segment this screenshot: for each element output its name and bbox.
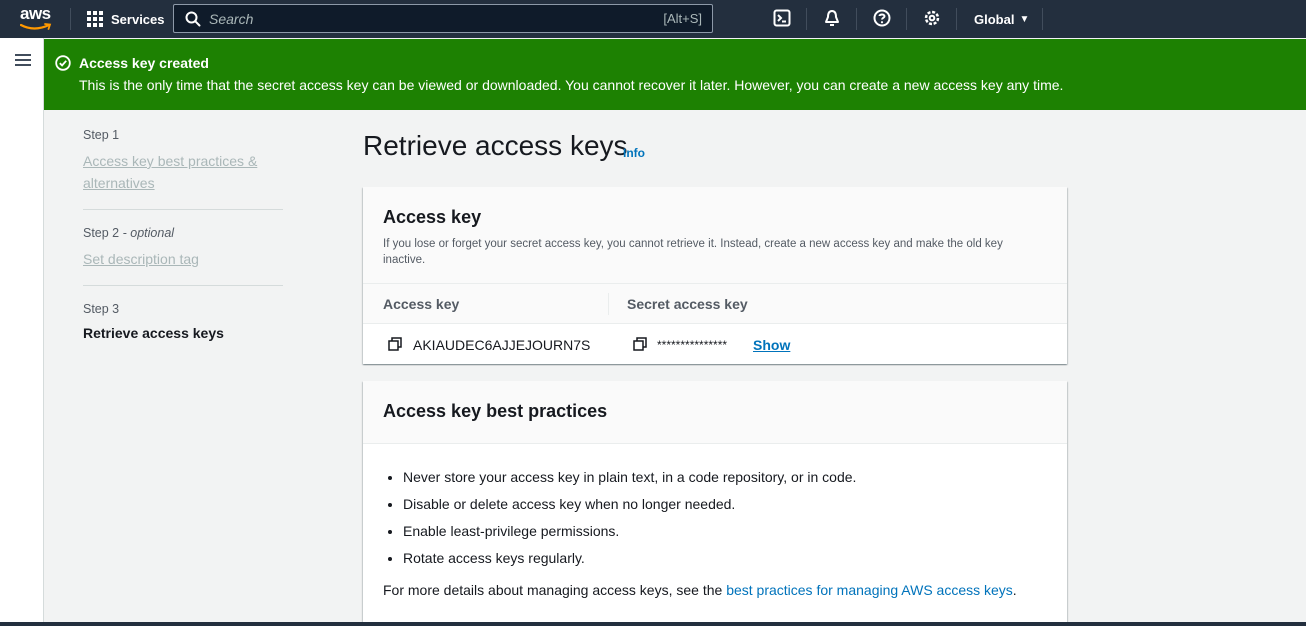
copy-icon[interactable] — [633, 337, 647, 351]
help-icon — [873, 9, 891, 27]
step-divider — [83, 209, 283, 210]
nav-divider — [856, 8, 857, 30]
success-flashbar: Access key created This is the only time… — [44, 39, 1306, 110]
more-prefix: For more details about managing access k… — [383, 582, 727, 598]
nav-divider — [906, 8, 907, 30]
step-label: Step 3 — [83, 302, 120, 316]
aws-smile-icon — [20, 23, 52, 30]
search-input[interactable] — [209, 10, 664, 27]
best-practices-header: Access key best practices — [363, 381, 1067, 444]
region-label: Global — [974, 11, 1015, 27]
flash-message: This is the only time that the secret ac… — [79, 77, 1064, 93]
best-practices-container: Access key best practices Never store yo… — [363, 381, 1067, 626]
access-key-title: Access key — [383, 207, 482, 227]
step-2-link[interactable]: Set description tag — [83, 248, 283, 270]
help-button[interactable] — [872, 8, 892, 28]
secret-key-masked: *************** — [657, 338, 728, 352]
search-bar[interactable]: [Alt+S] — [173, 4, 713, 33]
aws-logo[interactable]: aws — [20, 4, 54, 34]
wizard-steps: Step 1 Access key best practices & alter… — [83, 128, 283, 341]
best-practices-title: Access key best practices — [383, 401, 608, 421]
nav-divider — [70, 8, 71, 30]
step-number: Step 2 — [83, 226, 120, 240]
step-1-link[interactable]: Access key best practices & alternatives — [83, 150, 283, 194]
wizard-step-2: Step 2 - optional Set description tag — [83, 226, 283, 270]
show-secret-link[interactable]: Show — [753, 337, 790, 353]
region-selector[interactable]: Global ▼ — [974, 0, 1029, 38]
settings-button[interactable] — [922, 8, 942, 28]
flash-title: Access key created — [79, 55, 209, 71]
column-divider — [608, 293, 609, 315]
nav-divider — [1042, 8, 1043, 30]
info-link[interactable]: Info — [623, 146, 645, 160]
more-details-text: For more details about managing access k… — [383, 582, 1017, 598]
top-navigation: aws Services [Alt+S] — [0, 0, 1306, 38]
table-header: Access key Secret access key — [363, 284, 1067, 324]
access-key-container: Access key If you lose or forget your se… — [363, 187, 1067, 364]
access-key-description: If you lose or forget your secret access… — [383, 238, 1003, 266]
success-check-icon — [55, 55, 71, 71]
wizard-step-1: Step 1 Access key best practices & alter… — [83, 128, 283, 194]
more-suffix: . — [1012, 582, 1017, 598]
table-row: AKIAUDEC6AJJEJOURN7S *************** Sho… — [363, 324, 1067, 364]
best-practices-link[interactable]: best practices for managing AWS access k… — [726, 582, 1013, 598]
column-header-secret-key: Secret access key — [627, 296, 748, 312]
aws-logo-text: aws — [20, 4, 51, 23]
services-label: Services — [111, 11, 165, 27]
step-label: Step 2 - optional — [83, 226, 283, 240]
side-navigation-rail — [0, 38, 44, 626]
access-key-value: AKIAUDEC6AJJEJOURN7S — [413, 337, 591, 353]
search-shortcut: [Alt+S] — [663, 11, 702, 26]
list-item: Never store your access key in plain tex… — [403, 468, 856, 495]
step-divider — [83, 285, 283, 286]
nav-divider — [806, 8, 807, 30]
cloudshell-icon — [773, 9, 791, 27]
menu-icon[interactable] — [15, 54, 31, 66]
step-3-current: Retrieve access keys — [83, 325, 224, 341]
step-optional: - optional — [122, 226, 175, 240]
gear-icon — [924, 10, 940, 26]
notifications-button[interactable] — [822, 8, 842, 28]
step-label: Step 1 — [83, 128, 120, 142]
list-item: Enable least-privilege permissions. — [403, 522, 856, 549]
bell-icon — [825, 10, 839, 26]
page-title: Retrieve access keys — [363, 130, 628, 161]
services-menu-button[interactable]: Services — [87, 0, 165, 38]
wizard-step-3: Step 3 Retrieve access keys — [83, 302, 283, 341]
best-practices-list: Never store your access key in plain tex… — [403, 468, 856, 576]
list-item: Rotate access keys regularly. — [403, 549, 856, 576]
copy-icon[interactable] — [388, 337, 402, 351]
bottom-bar — [0, 622, 1306, 626]
search-icon — [185, 11, 201, 26]
list-item: Disable or delete access key when no lon… — [403, 495, 856, 522]
access-key-header: Access key If you lose or forget your se… — [363, 187, 1067, 284]
caret-down-icon: ▼ — [1019, 13, 1030, 25]
nav-divider — [956, 8, 957, 30]
column-header-access-key: Access key — [383, 296, 460, 312]
cloudshell-button[interactable] — [772, 8, 792, 28]
grid-icon — [87, 11, 103, 27]
